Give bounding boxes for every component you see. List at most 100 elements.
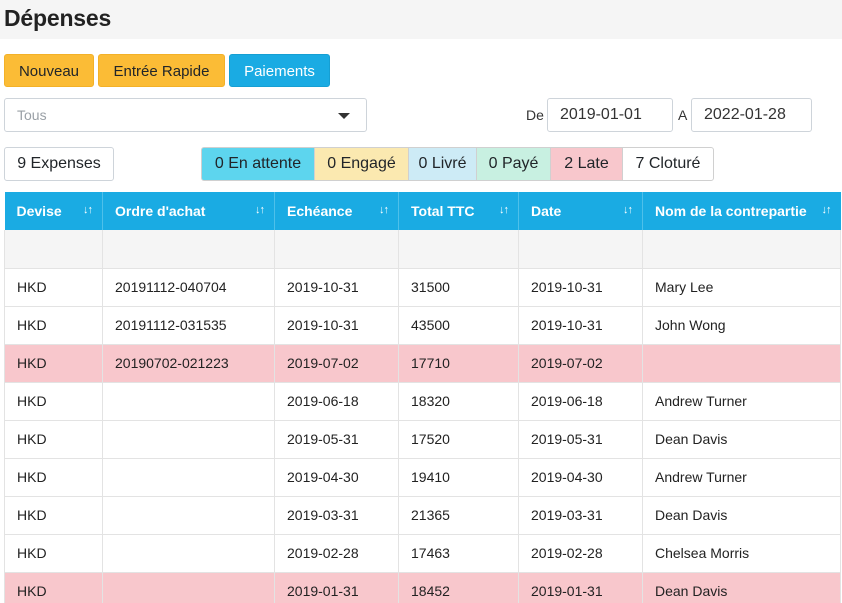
filter-cell[interactable]: [4, 230, 103, 269]
cell-contrepartie: Mary Lee: [642, 268, 841, 307]
sort-arrows-icon[interactable]: ↓↑: [499, 204, 509, 216]
table-row[interactable]: HKD 20190702-021223 2019-07-02 17710 2019-07…: [4, 344, 841, 383]
table-row[interactable]: HKD 2019-02-28 17463 2019-02-28 Chelsea Morr…: [4, 534, 841, 573]
cell-contrepartie: [642, 344, 841, 383]
cell-date: 2019-04-30: [518, 458, 643, 497]
cell-total: 17520: [398, 420, 519, 459]
status-filter-select[interactable]: Tous: [4, 98, 367, 132]
cell-ordre: 20191112-031535: [102, 306, 275, 345]
cell-devise: HKD: [4, 344, 103, 383]
cell-contrepartie: Chelsea Morris: [642, 534, 841, 573]
cell-echeance: 2019-06-18: [274, 382, 399, 421]
date-from-label: De: [526, 107, 544, 123]
cell-echeance: 2019-02-28: [274, 534, 399, 573]
cell-devise: HKD: [4, 382, 103, 421]
cell-date: 2019-03-31: [518, 496, 643, 535]
cell-devise: HKD: [4, 306, 103, 345]
filter-cell[interactable]: [102, 230, 275, 269]
chevron-down-icon: [338, 113, 350, 119]
sort-arrows-icon[interactable]: ↓↑: [255, 204, 265, 216]
cell-echeance: 2019-07-02: [274, 344, 399, 383]
table-row[interactable]: HKD 20191112-040704 2019-10-31 31500 2019-10…: [4, 268, 841, 307]
new-button[interactable]: Nouveau: [4, 54, 94, 87]
status-closed[interactable]: 7 Cloturé: [622, 147, 714, 181]
cell-ordre: [102, 420, 275, 459]
cell-contrepartie: Andrew Turner: [642, 382, 841, 421]
expenses-table: Devise ↓↑ Ordre d'achat ↓↑ Echéance ↓↑ Tota…: [4, 192, 841, 603]
status-summary: 0 En attente 0 Engagé 0 Livré 0 Payé 2 L…: [201, 147, 714, 181]
date-to-input[interactable]: 2022-01-28: [691, 98, 812, 132]
cell-date: 2019-07-02: [518, 344, 643, 383]
cell-total: 43500: [398, 306, 519, 345]
cell-date: 2019-05-31: [518, 420, 643, 459]
date-from-input[interactable]: 2019-01-01: [547, 98, 673, 132]
filter-cell[interactable]: [398, 230, 519, 269]
status-paid[interactable]: 0 Payé: [476, 147, 551, 181]
cell-echeance: 2019-10-31: [274, 268, 399, 307]
cell-date: 2019-01-31: [518, 572, 643, 603]
cell-ordre: [102, 572, 275, 603]
status-delivered[interactable]: 0 Livré: [408, 147, 477, 181]
payments-button[interactable]: Paiements: [229, 54, 330, 87]
cell-echeance: 2019-03-31: [274, 496, 399, 535]
cell-ordre: [102, 496, 275, 535]
cell-total: 21365: [398, 496, 519, 535]
cell-devise: HKD: [4, 458, 103, 497]
cell-ordre: 20190702-021223: [102, 344, 275, 383]
table-row[interactable]: HKD 2019-01-31 18452 2019-01-31 Dean Davis: [4, 572, 841, 603]
cell-date: 2019-10-31: [518, 268, 643, 307]
status-committed[interactable]: 0 Engagé: [314, 147, 409, 181]
sort-arrows-icon[interactable]: ↓↑: [623, 204, 633, 216]
table-row[interactable]: HKD 2019-04-30 19410 2019-04-30 Andrew Turne…: [4, 458, 841, 497]
cell-date: 2019-06-18: [518, 382, 643, 421]
cell-total: 18452: [398, 572, 519, 603]
table-row[interactable]: HKD 2019-03-31 21365 2019-03-31 Dean Davis: [4, 496, 841, 535]
cell-devise: HKD: [4, 268, 103, 307]
quick-entry-button[interactable]: Entrée Rapide: [98, 54, 225, 87]
cell-devise: HKD: [4, 534, 103, 573]
cell-ordre: [102, 458, 275, 497]
cell-ordre: [102, 382, 275, 421]
status-late[interactable]: 2 Late: [550, 147, 623, 181]
expense-count-badge: 9 Expenses: [4, 147, 114, 181]
cell-contrepartie: Dean Davis: [642, 572, 841, 603]
cell-ordre: 20191112-040704: [102, 268, 275, 307]
status-filter-value: Tous: [17, 107, 47, 123]
column-header-total[interactable]: Total TTC ↓↑: [398, 192, 519, 230]
table-header-row: Devise ↓↑ Ordre d'achat ↓↑ Echéance ↓↑ Tota…: [4, 192, 841, 230]
cell-contrepartie: Dean Davis: [642, 420, 841, 459]
cell-total: 19410: [398, 458, 519, 497]
cell-total: 18320: [398, 382, 519, 421]
filter-cell[interactable]: [518, 230, 643, 269]
cell-total: 17463: [398, 534, 519, 573]
sort-arrows-icon[interactable]: ↓↑: [83, 204, 93, 216]
cell-total: 31500: [398, 268, 519, 307]
table-row[interactable]: HKD 2019-06-18 18320 2019-06-18 Andrew Turne…: [4, 382, 841, 421]
sort-arrows-icon[interactable]: ↓↑: [379, 204, 389, 216]
cell-echeance: 2019-05-31: [274, 420, 399, 459]
cell-ordre: [102, 534, 275, 573]
table-row[interactable]: HKD 2019-05-31 17520 2019-05-31 Dean Davis: [4, 420, 841, 459]
cell-echeance: 2019-10-31: [274, 306, 399, 345]
cell-total: 17710: [398, 344, 519, 383]
page-title: Dépenses: [4, 5, 112, 31]
cell-contrepartie: Andrew Turner: [642, 458, 841, 497]
cell-date: 2019-02-28: [518, 534, 643, 573]
column-header-due-date[interactable]: Echéance ↓↑: [274, 192, 399, 230]
filter-cell[interactable]: [642, 230, 841, 269]
cell-echeance: 2019-01-31: [274, 572, 399, 603]
sort-arrows-icon[interactable]: ↓↑: [822, 204, 832, 216]
cell-echeance: 2019-04-30: [274, 458, 399, 497]
status-pending[interactable]: 0 En attente: [201, 147, 315, 181]
cell-date: 2019-10-31: [518, 306, 643, 345]
cell-contrepartie: John Wong: [642, 306, 841, 345]
column-header-purchase-order[interactable]: Ordre d'achat ↓↑: [102, 192, 275, 230]
date-to-label: A: [678, 107, 688, 123]
column-header-date[interactable]: Date ↓↑: [518, 192, 643, 230]
filter-cell[interactable]: [274, 230, 399, 269]
cell-devise: HKD: [4, 572, 103, 603]
table-row[interactable]: HKD 20191112-031535 2019-10-31 43500 2019-10…: [4, 306, 841, 345]
page-header: Dépenses: [0, 0, 842, 39]
column-header-counterparty[interactable]: Nom de la contrepartie ↓↑: [642, 192, 841, 230]
column-header-devise[interactable]: Devise ↓↑: [4, 192, 103, 230]
